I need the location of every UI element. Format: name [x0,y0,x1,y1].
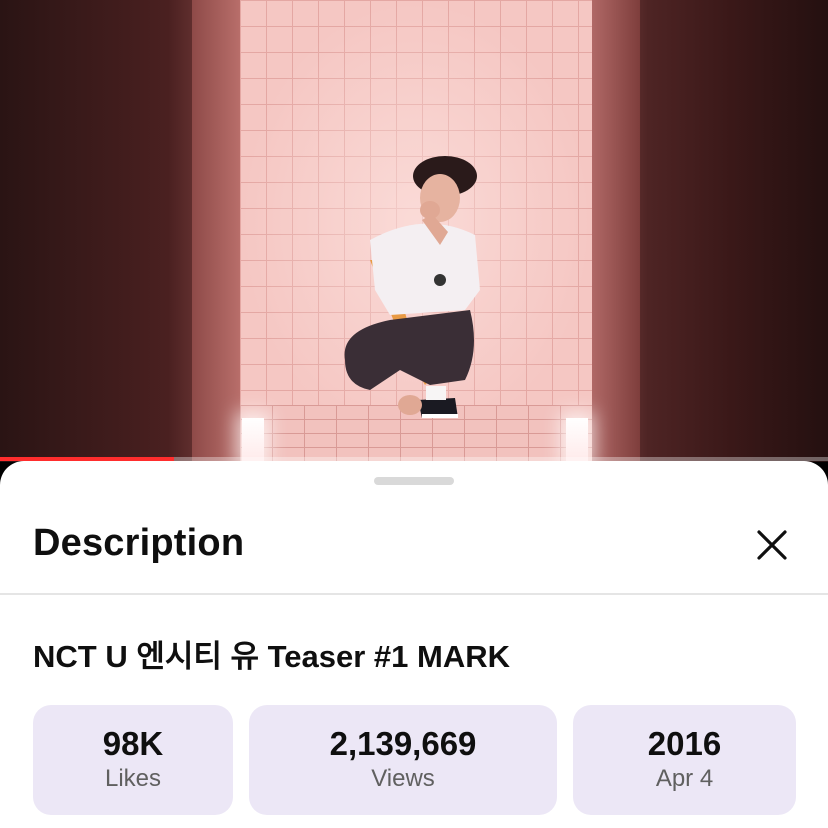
date-stat: 2016 Apr 4 [573,705,796,815]
close-button[interactable] [746,519,798,571]
close-icon [757,530,787,560]
likes-stat: 98K Likes [33,705,233,815]
likes-count: 98K [102,725,164,762]
sheet-divider [0,593,828,595]
views-count: 2,139,669 [329,725,477,762]
floor-light-right [566,418,588,462]
crouching-person [344,156,480,418]
pillar-right [592,0,640,462]
likes-label: Likes [104,765,162,792]
sheet-drag-handle[interactable] [374,477,454,485]
floor-light-left [242,418,264,462]
upload-date: Apr 4 [655,765,714,792]
description-sheet: Description NCT U 엔시티 유 Teaser #1 MARK 9… [0,461,828,828]
views-label: Views [371,765,435,792]
video-player[interactable] [0,0,828,462]
upload-year: 2016 [647,725,722,762]
pillar-left [192,0,240,462]
views-stat: 2,139,669 Views [249,705,557,815]
video-title: NCT U 엔시티 유 Teaser #1 MARK [33,639,510,674]
sheet-title: Description [33,522,245,564]
